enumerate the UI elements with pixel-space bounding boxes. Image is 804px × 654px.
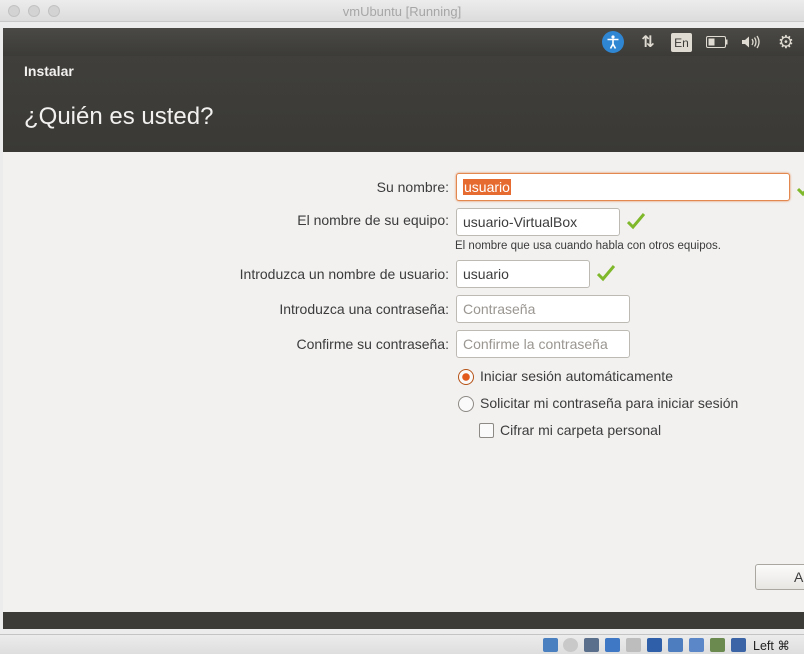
password-label: Introduzca una contraseña: <box>279 301 449 317</box>
require-password-radio[interactable] <box>458 396 474 412</box>
confirm-password-label: Confirme su contraseña: <box>296 336 449 352</box>
auto-login-label[interactable]: Iniciar sesión automáticamente <box>480 368 673 384</box>
username-valid-check-icon <box>597 265 615 282</box>
network-updown-icon[interactable]: ⇅ <box>638 32 658 52</box>
language-indicator[interactable]: En <box>671 33 692 52</box>
next-button[interactable]: A <box>755 564 804 590</box>
gear-icon[interactable]: ⚙ <box>775 32 797 52</box>
volume-icon[interactable] <box>740 32 762 52</box>
recording-icon[interactable] <box>689 638 704 652</box>
name-valid-check-icon <box>797 187 804 197</box>
require-password-label[interactable]: Solicitar mi contraseña para iniciar ses… <box>480 395 738 411</box>
optical-drive-icon[interactable] <box>563 638 578 652</box>
name-field-value: usuario <box>463 179 511 195</box>
confirm-password-field[interactable]: Confirme la contraseña <box>456 330 630 358</box>
name-field[interactable]: usuario <box>456 173 790 201</box>
hard-disk-icon[interactable] <box>543 638 558 652</box>
host-window-title: vmUbuntu [Running] <box>342 4 462 19</box>
computer-name-valid-check-icon <box>627 213 645 230</box>
encrypt-home-checkbox[interactable] <box>479 423 494 438</box>
accessibility-icon[interactable] <box>602 31 624 53</box>
installer-header: Instalar ¿Quién es usted? <box>3 56 804 152</box>
computer-name-hint: El nombre que usa cuando habla con otros… <box>455 240 721 252</box>
battery-icon[interactable] <box>705 32 729 52</box>
shared-folders-icon[interactable] <box>647 638 662 652</box>
installer-app-label: Instalar <box>24 63 74 79</box>
auto-login-radio[interactable] <box>458 369 474 385</box>
host-title-bar: vmUbuntu [Running] <box>0 0 804 22</box>
host-key-indicator[interactable]: Left ⌘ <box>753 638 790 653</box>
encrypt-home-label[interactable]: Cifrar mi carpeta personal <box>500 422 661 438</box>
installer-footer-bar <box>3 612 804 629</box>
audio-icon[interactable] <box>584 638 599 652</box>
username-label: Introduzca un nombre de usuario: <box>239 266 449 282</box>
network-icon[interactable] <box>605 638 620 652</box>
computer-name-label: El nombre de su equipo: <box>297 212 449 228</box>
name-label: Su nombre: <box>376 179 449 195</box>
vm-screen[interactable]: ⇅ En ⚙ Instalar ¿Quién es usted? Su nomb… <box>3 28 804 629</box>
computer-name-field[interactable]: usuario-VirtualBox <box>456 208 620 236</box>
cpu-icon[interactable] <box>710 638 725 652</box>
usb-icon[interactable] <box>626 638 641 652</box>
password-field[interactable]: Contraseña <box>456 295 630 323</box>
page-title: ¿Quién es usted? <box>24 103 214 130</box>
mouse-integration-icon[interactable] <box>731 638 746 652</box>
vbox-status-bar: Left ⌘ <box>0 634 804 654</box>
top-panel: ⇅ En ⚙ <box>3 28 804 56</box>
display-icon[interactable] <box>668 638 683 652</box>
username-field[interactable]: usuario <box>456 260 590 288</box>
